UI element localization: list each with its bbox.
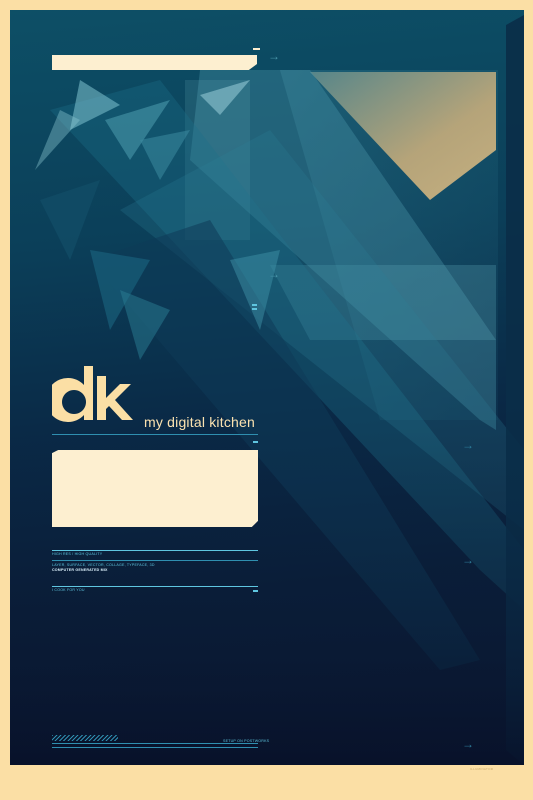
divider [52, 586, 258, 587]
divider [52, 434, 258, 435]
accent-tick [253, 590, 258, 592]
double-dash-icon [252, 308, 257, 310]
divider [52, 550, 258, 551]
arrow-right-icon: → [268, 267, 280, 281]
accent-tick [253, 441, 258, 443]
poster: my digital kitchen HIGH RES / HIGH QUALI… [10, 10, 524, 765]
tagline: my digital kitchen [144, 414, 255, 430]
arrow-right-icon: → [462, 553, 474, 567]
cream-panel [52, 450, 258, 527]
title-bar [52, 55, 257, 70]
setup-label: SETUP ON POSTWORKS [223, 739, 270, 743]
dk-logo [52, 366, 133, 422]
double-dash-icon [252, 304, 257, 306]
arrow-right-icon: → [462, 438, 474, 452]
hatch-pattern [52, 735, 118, 741]
arrow-right-icon: → [462, 737, 474, 751]
slogan-label: I COOK FOR YOU [52, 588, 85, 592]
arrow-right-icon: → [268, 49, 280, 63]
divider [52, 560, 258, 561]
mix-label: COMPUTER GENERATED MIX [52, 568, 108, 572]
footer-credit: ILLUMINATOR [470, 767, 494, 771]
title-bar-tick [253, 48, 260, 50]
quality-label: HIGH RES / HIGH QUALITY [52, 552, 103, 556]
divider [52, 747, 258, 748]
